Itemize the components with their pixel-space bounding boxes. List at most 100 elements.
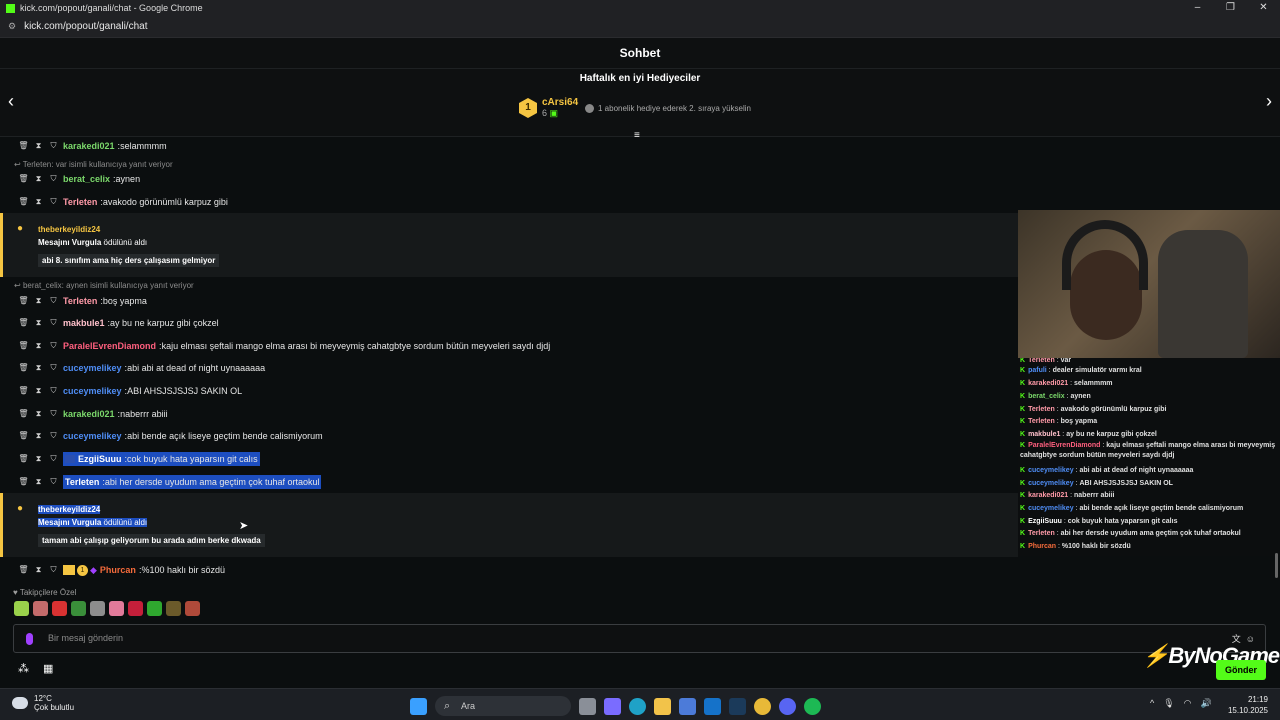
wifi-icon[interactable]: ◠ [1184, 698, 1192, 709]
timeout-icon[interactable]: ⧗ [33, 172, 44, 186]
ban-icon[interactable]: ⛉ [48, 339, 59, 353]
delete-icon[interactable]: 🗑 [18, 172, 29, 186]
chat-message[interactable]: 🗑 ⧗ ⛉ Terleten: abi her dersde uyudum ama … [18, 475, 322, 489]
chat-username[interactable]: berat_celix [63, 172, 110, 186]
chat-message[interactable]: 🗑 ⧗ ⛉ Terleten: boş yapma [18, 294, 146, 308]
emote-cat-icon[interactable] [90, 601, 105, 616]
chat-message[interactable]: 🗑 ⧗ ⛉ cuceymelikey: abi bende açık liseye … [18, 429, 322, 443]
kick-points-icon[interactable]: ⁂ [18, 662, 29, 675]
chat-username[interactable]: cuceymelikey [63, 429, 122, 443]
emote-gear-icon[interactable] [71, 601, 86, 616]
delete-icon[interactable]: 🗑 [18, 475, 29, 489]
delete-icon[interactable]: 🗑 [18, 294, 29, 308]
minimize-icon[interactable]: – [1181, 0, 1214, 16]
delete-icon[interactable]: 🗑 [18, 429, 29, 443]
ban-icon[interactable]: ⛉ [48, 139, 59, 153]
chat-username[interactable]: EzgiiSuuu [78, 452, 122, 466]
timeout-icon[interactable]: ⧗ [33, 563, 44, 577]
steam-icon[interactable] [729, 697, 746, 715]
clock[interactable]: 21:19 15.10.2025 [1228, 694, 1268, 716]
chat-username[interactable]: Phurcan [100, 563, 136, 577]
ban-icon[interactable]: ⛉ [48, 475, 59, 489]
chat-username[interactable]: Terleten [65, 475, 99, 489]
mic-tray-icon[interactable]: 🎙 [1163, 698, 1174, 709]
taskbar-search[interactable]: Ara [435, 696, 571, 716]
emote-box-icon[interactable] [185, 601, 200, 616]
delete-icon[interactable]: 🗑 [18, 407, 29, 421]
chat-username[interactable]: makbule1 [63, 316, 105, 330]
ban-icon[interactable]: ⛉ [48, 452, 59, 466]
top-gifter[interactable]: 1 cArsi64 6 ▣ [519, 97, 578, 119]
copilot-icon[interactable] [604, 697, 621, 715]
timeout-icon[interactable]: ⧗ [33, 475, 44, 489]
weather-widget[interactable]: 12°C Çok bulutlu [12, 694, 74, 712]
timeout-icon[interactable]: ⧗ [33, 407, 44, 421]
send-button[interactable]: Gönder [1216, 660, 1266, 680]
edge-icon[interactable] [629, 697, 646, 715]
chat-input-box[interactable]: Bir mesaj gönderin 文 ☺ [13, 624, 1266, 653]
chat-username[interactable]: karakedi021 [63, 407, 115, 421]
ban-icon[interactable]: ⛉ [48, 172, 59, 186]
chat-message[interactable]: 🗑 ⧗ ⛉ karakedi021: selammmm [18, 139, 166, 153]
ban-icon[interactable]: ⛉ [48, 384, 59, 398]
delete-icon[interactable]: 🗑 [18, 139, 29, 153]
chat-message[interactable]: 🗑 ⧗ ⛉ Terleten: avakodo görünümlü karpuz g… [18, 195, 228, 209]
ban-icon[interactable]: ⛉ [48, 407, 59, 421]
delete-icon[interactable]: 🗑 [18, 563, 29, 577]
timeout-icon[interactable]: ⧗ [33, 361, 44, 375]
emote-green-icon[interactable] [147, 601, 162, 616]
timeout-icon[interactable]: ⧗ [33, 316, 44, 330]
windows-start-icon[interactable] [410, 697, 427, 715]
chat-message[interactable]: 🗑 ⧗ ⛉ cuceymelikey: abi abi at dead of nig… [18, 361, 265, 375]
task-view-icon[interactable] [579, 697, 596, 715]
chat-message[interactable]: 🗑 ⧗ ⛉ 1 ◆ Phurcan: %100 haklı bir sözdü [18, 563, 225, 577]
chat-username[interactable]: karakedi021 [63, 139, 115, 153]
emote-pink-icon[interactable] [109, 601, 124, 616]
restore-icon[interactable]: ❐ [1214, 0, 1247, 16]
scrollbar[interactable] [1275, 553, 1278, 578]
delete-icon[interactable]: 🗑 [18, 361, 29, 375]
emote-angry-icon[interactable] [52, 601, 67, 616]
ban-icon[interactable]: ⛉ [48, 361, 59, 375]
microphone-icon[interactable] [26, 633, 33, 645]
message-input[interactable]: Bir mesaj gönderin [48, 633, 123, 643]
chat-message[interactable]: 🗑 ⧗ ⛉ berat_celix: aynen [18, 172, 140, 186]
chrome-icon[interactable] [754, 697, 771, 715]
chevron-up-icon[interactable]: ^ [1150, 698, 1154, 709]
ban-icon[interactable]: ⛉ [48, 429, 59, 443]
delete-icon[interactable]: 🗑 [18, 452, 29, 466]
delete-icon[interactable]: 🗑 [18, 339, 29, 353]
timeout-icon[interactable]: ⧗ [33, 195, 44, 209]
delete-icon[interactable]: 🗑 [18, 195, 29, 209]
highlighted-message[interactable]: ● theberkeyildiz24 Mesajını Vurgula ödül… [0, 493, 1018, 557]
highlight-username[interactable]: theberkeyildiz24 [38, 505, 101, 514]
ban-icon[interactable]: ⛉ [48, 316, 59, 330]
timeout-icon[interactable]: ⧗ [33, 294, 44, 308]
emote-face-icon[interactable] [33, 601, 48, 616]
chevron-left-icon[interactable]: ‹ [8, 91, 14, 112]
delete-icon[interactable]: 🗑 [18, 316, 29, 330]
volume-icon[interactable]: 🔊 [1201, 698, 1212, 709]
timeout-icon[interactable]: ⧗ [33, 452, 44, 466]
timeout-icon[interactable]: ⧗ [33, 384, 44, 398]
timeout-icon[interactable]: ⧗ [33, 139, 44, 153]
timeout-icon[interactable]: ⧗ [33, 429, 44, 443]
highlighted-message[interactable]: ● theberkeyildiz24 Mesajını Vurgula ödül… [0, 213, 1018, 277]
outlook-icon[interactable] [704, 697, 721, 715]
emote-heart-red-icon[interactable] [128, 601, 143, 616]
ban-icon[interactable]: ⛉ [48, 195, 59, 209]
discord-icon[interactable] [779, 697, 796, 715]
store-app-icon[interactable] [679, 697, 696, 715]
chat-message[interactable]: 🗑 ⧗ ⛉ makbule1: ay bu ne karpuz gibi çokze… [18, 316, 218, 330]
timeout-icon[interactable]: ⧗ [33, 339, 44, 353]
chat-username[interactable]: cuceymelikey [63, 361, 122, 375]
chat-message[interactable]: 🗑 ⧗ ⛉ EzgiiSuuu: cok buyuk hata yaparsın g… [18, 452, 260, 466]
chat-username[interactable]: Terleten [63, 294, 97, 308]
file-explorer-icon[interactable] [654, 697, 671, 715]
url-text[interactable]: kick.com/popout/ganali/chat [24, 21, 147, 32]
site-info-icon[interactable]: ⚙ [8, 21, 16, 32]
delete-icon[interactable]: 🗑 [18, 384, 29, 398]
ban-icon[interactable]: ⛉ [48, 563, 59, 577]
emote-stick-icon[interactable] [166, 601, 181, 616]
chat-message[interactable]: 🗑 ⧗ ⛉ cuceymelikey: ABI AHSJSJSJSJ SAKIN O… [18, 384, 242, 398]
